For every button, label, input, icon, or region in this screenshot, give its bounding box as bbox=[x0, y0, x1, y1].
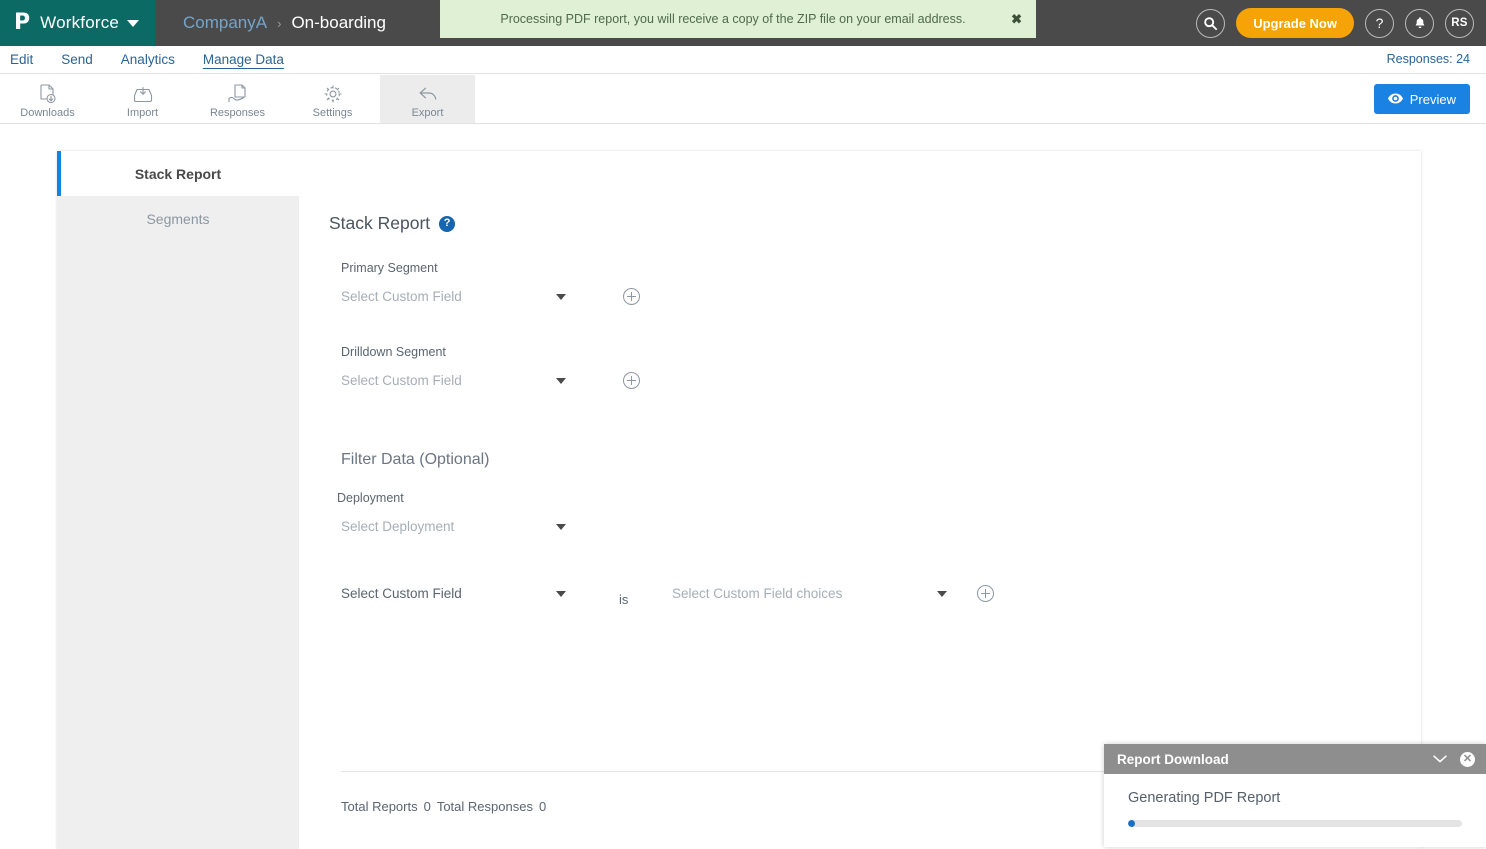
filter-field-select[interactable]: Select Custom Field bbox=[341, 580, 576, 608]
report-download-progress bbox=[1128, 820, 1462, 827]
add-drilldown-segment-button[interactable] bbox=[623, 372, 640, 389]
toolbar-label-downloads: Downloads bbox=[20, 106, 75, 119]
top-bar: P Workforce CompanyA › On-boarding Proce… bbox=[0, 0, 1486, 46]
add-filter-rule-button[interactable] bbox=[977, 585, 994, 602]
preview-button[interactable]: Preview bbox=[1373, 84, 1470, 114]
deployment-label: Deployment bbox=[337, 491, 404, 505]
breadcrumb: CompanyA › On-boarding bbox=[155, 0, 386, 46]
toolbar-label-export: Export bbox=[411, 106, 444, 119]
eye-icon bbox=[1387, 92, 1403, 107]
report-sidebar: Stack Report Segments bbox=[57, 151, 299, 849]
notification-text: Processing PDF report, you will receive … bbox=[500, 12, 966, 26]
total-responses-label: Total Responses bbox=[436, 799, 533, 814]
total-reports-value: 0 bbox=[423, 799, 431, 814]
breadcrumb-company[interactable]: CompanyA bbox=[183, 13, 267, 33]
report-download-actions: ✕ bbox=[1432, 744, 1475, 774]
product-logo-icon: P bbox=[14, 10, 31, 35]
sidebar-item-stack-report[interactable]: Stack Report bbox=[57, 151, 299, 196]
toolbar-item-downloads[interactable]: Downloads bbox=[0, 75, 95, 123]
preview-button-label: Preview bbox=[1409, 91, 1456, 107]
filter-field-value: Select Custom Field bbox=[341, 586, 462, 601]
filter-operator: is bbox=[619, 592, 629, 607]
primary-segment-value: Select Custom Field bbox=[341, 289, 462, 304]
manage-data-toolbar: Downloads Import Responses Settings Expo… bbox=[0, 75, 1486, 124]
reply-arrow-icon bbox=[416, 82, 440, 106]
primary-nav: Edit Send Analytics Manage Data Response… bbox=[0, 46, 1486, 74]
page-title: Stack Report ? bbox=[329, 213, 456, 234]
nav-item-send[interactable]: Send bbox=[47, 46, 107, 73]
responses-count: Responses: 24 bbox=[1386, 52, 1470, 66]
nav-item-edit[interactable]: Edit bbox=[0, 46, 47, 73]
report-download-panel: Report Download ✕ Generating PDF Report bbox=[1104, 744, 1486, 847]
filter-choices-select[interactable]: Select Custom Field choices bbox=[672, 580, 957, 608]
upgrade-now-button[interactable]: Upgrade Now bbox=[1236, 8, 1354, 38]
file-download-icon bbox=[36, 82, 60, 106]
chevron-down-icon bbox=[556, 293, 566, 300]
toolbar-item-export[interactable]: Export bbox=[380, 75, 475, 123]
chevron-down-icon bbox=[937, 590, 947, 597]
toolbar-label-responses: Responses bbox=[209, 106, 266, 119]
toolbar-item-settings[interactable]: Settings bbox=[285, 75, 380, 123]
sidebar-item-label: Stack Report bbox=[134, 165, 222, 182]
toolbar-label-settings: Settings bbox=[312, 106, 353, 119]
search-icon[interactable] bbox=[1196, 8, 1226, 38]
brand-name: Workforce bbox=[40, 13, 120, 32]
nav-item-manage-data[interactable]: Manage Data bbox=[189, 46, 298, 73]
chevron-down-icon bbox=[556, 523, 566, 530]
brand-menu[interactable]: P Workforce bbox=[0, 0, 155, 46]
nav-item-analytics[interactable]: Analytics bbox=[107, 46, 189, 73]
close-icon[interactable]: ✖ bbox=[1011, 13, 1022, 26]
chevron-down-icon bbox=[556, 377, 566, 384]
filter-choices-value: Select Custom Field choices bbox=[672, 586, 843, 601]
report-download-progress-fill bbox=[1128, 820, 1135, 827]
close-circle-icon[interactable]: ✕ bbox=[1460, 751, 1475, 767]
hand-document-icon bbox=[226, 82, 250, 106]
chevron-down-icon[interactable] bbox=[1432, 754, 1448, 764]
toolbar-label-import: Import bbox=[126, 106, 159, 119]
toolbar-item-import[interactable]: Import bbox=[95, 75, 190, 123]
report-download-header: Report Download ✕ bbox=[1104, 744, 1486, 774]
deployment-value: Select Deployment bbox=[341, 519, 455, 534]
report-download-title: Report Download bbox=[1117, 751, 1229, 767]
help-button[interactable]: ? bbox=[1365, 8, 1394, 38]
drilldown-segment-select[interactable]: Select Custom Field bbox=[341, 367, 576, 395]
bell-icon[interactable] bbox=[1405, 8, 1434, 38]
avatar[interactable]: RS bbox=[1445, 8, 1474, 38]
chevron-down-icon[interactable] bbox=[127, 19, 140, 27]
drilldown-segment-label: Drilldown Segment bbox=[341, 345, 446, 359]
chevron-down-icon bbox=[556, 590, 566, 597]
help-circle-icon[interactable]: ? bbox=[439, 215, 456, 232]
drilldown-segment-value: Select Custom Field bbox=[341, 373, 462, 388]
gear-icon bbox=[322, 82, 344, 106]
report-download-status: Generating PDF Report bbox=[1128, 790, 1281, 806]
breadcrumb-current: On-boarding bbox=[291, 13, 386, 32]
deployment-select[interactable]: Select Deployment bbox=[341, 513, 576, 541]
top-bar-actions: Upgrade Now ? RS bbox=[1196, 0, 1474, 46]
toolbar-item-responses[interactable]: Responses bbox=[190, 75, 285, 123]
totals-summary: Total Reports 0 Total Responses 0 bbox=[341, 799, 546, 814]
filter-data-heading: Filter Data (Optional) bbox=[341, 451, 490, 468]
notification-banner: Processing PDF report, you will receive … bbox=[440, 0, 1036, 38]
page-title-text: Stack Report bbox=[329, 213, 431, 233]
page-body: Stack Report Segments Stack Report ? Pri… bbox=[0, 124, 1486, 849]
primary-segment-label: Primary Segment bbox=[341, 261, 438, 275]
sidebar-item-segments[interactable]: Segments bbox=[57, 196, 299, 241]
report-download-body: Generating PDF Report bbox=[1104, 774, 1486, 827]
breadcrumb-separator-icon: › bbox=[277, 15, 282, 31]
total-responses-value: 0 bbox=[538, 799, 547, 814]
total-reports-label: Total Reports bbox=[341, 799, 418, 814]
inbox-download-icon bbox=[131, 82, 155, 106]
add-primary-segment-button[interactable] bbox=[623, 288, 640, 305]
primary-segment-select[interactable]: Select Custom Field bbox=[341, 283, 576, 311]
sidebar-item-label: Segments bbox=[146, 210, 210, 227]
